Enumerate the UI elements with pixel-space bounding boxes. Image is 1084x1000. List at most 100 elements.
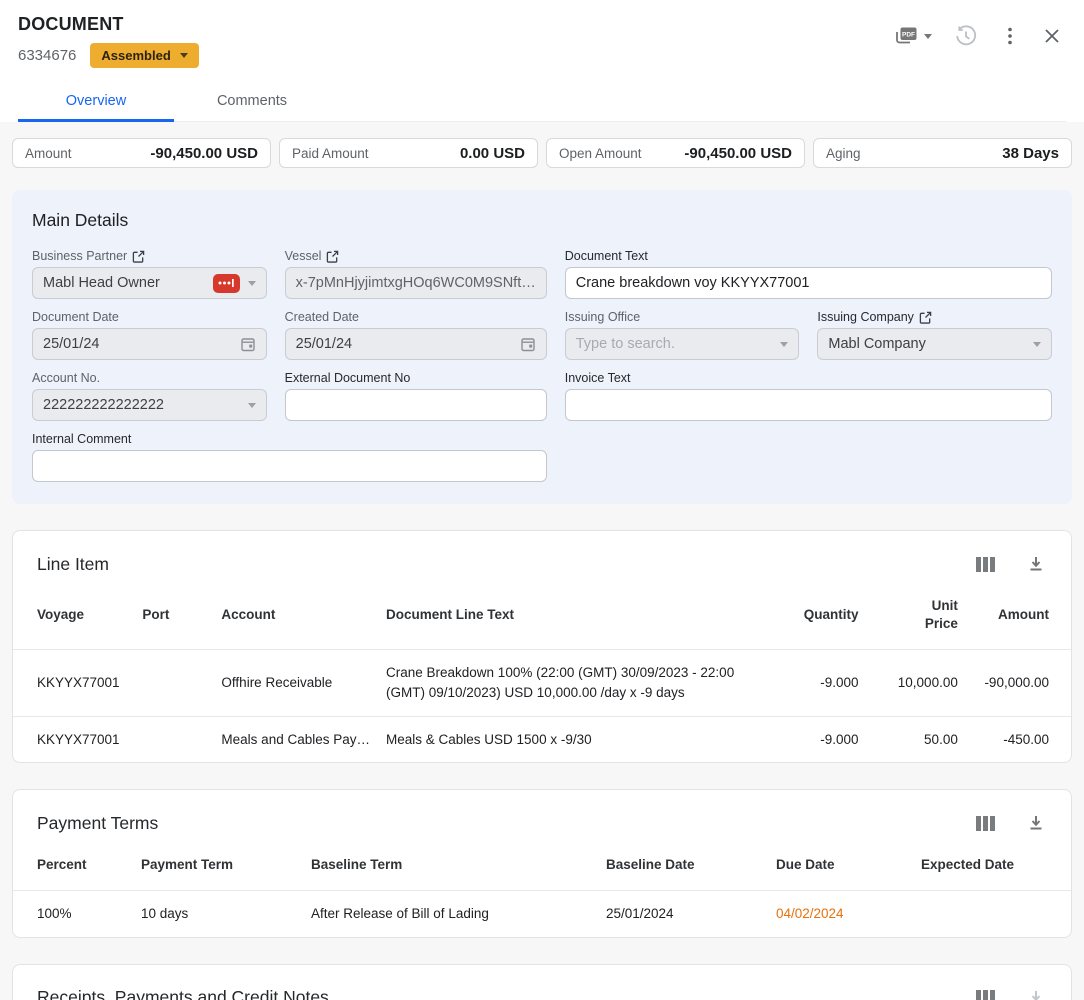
cell-amount: -450.00 [966, 716, 1071, 762]
col-baseline-date: Baseline Date [598, 840, 768, 891]
cell-unit-price: 10,000.00 [867, 650, 966, 716]
issuing-company-label: Issuing Company [817, 310, 914, 324]
created-date-input: 25/01/24 [285, 328, 547, 360]
tab-overview[interactable]: Overview [18, 80, 174, 121]
cell-port [134, 650, 213, 716]
summary-label: Aging [826, 146, 861, 161]
field-issuing-company: Issuing Company Mabl Company [817, 310, 1052, 360]
col-amount: Amount [966, 581, 1071, 650]
col-unit-price: Unit Price [867, 581, 966, 650]
pdf-icon: PDF [892, 24, 920, 48]
summary-label: Amount [25, 146, 72, 161]
download-button[interactable] [1023, 551, 1049, 577]
column-settings-button[interactable] [972, 812, 999, 835]
summary-card-amount: Amount -90,450.00 USD [12, 138, 271, 168]
chevron-down-icon [1033, 342, 1041, 347]
cell-unit-price: 50.00 [867, 716, 966, 762]
document-text-value: Crane breakdown voy KKYYX77001 [576, 275, 1041, 291]
column-settings-button[interactable] [972, 986, 999, 1000]
chevron-down-icon [248, 403, 256, 408]
summary-card-paid-amount: Paid Amount 0.00 USD [279, 138, 538, 168]
business-partner-select: Mabl Head Owner [32, 267, 267, 299]
internal-comment-label: Internal Comment [32, 432, 131, 446]
cell-amount: -90,000.00 [966, 650, 1071, 716]
calendar-icon [520, 336, 536, 352]
document-date-label: Document Date [32, 310, 119, 324]
line-item-title: Line Item [37, 554, 109, 575]
field-business-partner: Business Partner Mabl Head Owner [32, 249, 267, 299]
col-document-line-text: Document Line Text [378, 581, 782, 650]
cell-payment-term: 10 days [133, 891, 303, 937]
issuing-office-placeholder: Type to search. [576, 336, 773, 352]
receipts-section: Receipts, Payments and Credit Notes Docu… [12, 964, 1072, 1000]
business-partner-label: Business Partner [32, 249, 127, 263]
columns-icon [976, 990, 995, 1000]
columns-icon [976, 557, 995, 572]
col-payment-term: Payment Term [133, 840, 303, 891]
created-date-value: 25/01/24 [296, 336, 512, 352]
col-percent: Percent [13, 840, 133, 891]
col-expected-date: Expected Date [913, 840, 1071, 891]
history-button[interactable] [950, 20, 982, 52]
download-icon [1027, 555, 1045, 573]
tab-bar: Overview Comments [18, 80, 1066, 122]
mabl-autofill-icon[interactable] [213, 274, 240, 293]
issuing-company-select: Mabl Company [817, 328, 1052, 360]
status-badge-dropdown[interactable]: Assembled [90, 43, 198, 68]
chevron-down-icon [780, 342, 788, 347]
invoice-text-label: Invoice Text [565, 371, 631, 385]
field-external-document-no: External Document No [285, 371, 547, 421]
cell-quantity: -9.000 [782, 716, 867, 762]
cell-due-date: 04/02/2024 [768, 891, 913, 937]
internal-comment-input[interactable] [32, 450, 547, 482]
summary-value: -90,450.00 USD [684, 145, 792, 162]
external-link-icon[interactable] [326, 250, 339, 263]
col-port: Port [134, 581, 213, 650]
chevron-down-icon [180, 53, 188, 58]
column-settings-button[interactable] [972, 553, 999, 576]
calendar-icon [240, 336, 256, 352]
cell-account: Meals and Cables Pay… [213, 716, 378, 762]
main-details-panel: Main Details Business Partner Mabl Head … [12, 190, 1072, 504]
issuing-office-label: Issuing Office [565, 310, 641, 324]
line-item-row[interactable]: KKYYX77001 Meals and Cables Pay… Meals &… [13, 716, 1071, 762]
receipts-title: Receipts, Payments and Credit Notes [37, 987, 329, 1000]
line-item-row[interactable]: KKYYX77001 Offhire Receivable Crane Brea… [13, 650, 1071, 716]
cell-expected-date [913, 891, 1071, 937]
payment-term-row[interactable]: 100% 10 days After Release of Bill of La… [13, 891, 1071, 937]
cell-quantity: -9.000 [782, 650, 867, 716]
cell-voyage: KKYYX77001 [13, 650, 134, 716]
download-button[interactable] [1023, 810, 1049, 836]
download-button-disabled [1023, 985, 1049, 1000]
invoice-text-input[interactable] [565, 389, 1052, 421]
summary-label: Open Amount [559, 146, 642, 161]
external-document-no-input[interactable] [285, 389, 547, 421]
document-date-input: 25/01/24 [32, 328, 267, 360]
external-link-icon[interactable] [919, 311, 932, 324]
issuing-office-select: Type to search. [565, 328, 800, 360]
summary-label: Paid Amount [292, 146, 369, 161]
external-link-icon[interactable] [132, 250, 145, 263]
chevron-down-icon [924, 34, 932, 39]
document-number: 6334676 [18, 47, 76, 64]
vessel-label: Vessel [285, 249, 322, 263]
field-invoice-text: Invoice Text [565, 371, 1052, 421]
external-document-no-label: External Document No [285, 371, 411, 385]
account-no-label: Account No. [32, 371, 100, 385]
status-label: Assembled [101, 48, 170, 63]
cell-document-line-text: Meals & Cables USD 1500 x -9/30 [378, 716, 782, 762]
document-text-input[interactable]: Crane breakdown voy KKYYX77001 [565, 267, 1052, 299]
tab-comments[interactable]: Comments [174, 80, 330, 121]
cell-document-line-text: Crane Breakdown 100% (22:00 (GMT) 30/09/… [378, 650, 782, 716]
cell-percent: 100% [13, 891, 133, 937]
pdf-export-button[interactable]: PDF [888, 20, 936, 52]
cell-port [134, 716, 213, 762]
field-created-date: Created Date 25/01/24 [285, 310, 547, 360]
document-date-value: 25/01/24 [43, 336, 232, 352]
payment-terms-title: Payment Terms [37, 813, 158, 834]
field-document-text: Document Text Crane breakdown voy KKYYX7… [565, 249, 1052, 299]
summary-card-aging: Aging 38 Days [813, 138, 1072, 168]
payment-terms-table: Percent Payment Term Baseline Term Basel… [13, 840, 1071, 937]
close-button[interactable] [1038, 22, 1066, 50]
more-options-button[interactable] [996, 20, 1024, 52]
